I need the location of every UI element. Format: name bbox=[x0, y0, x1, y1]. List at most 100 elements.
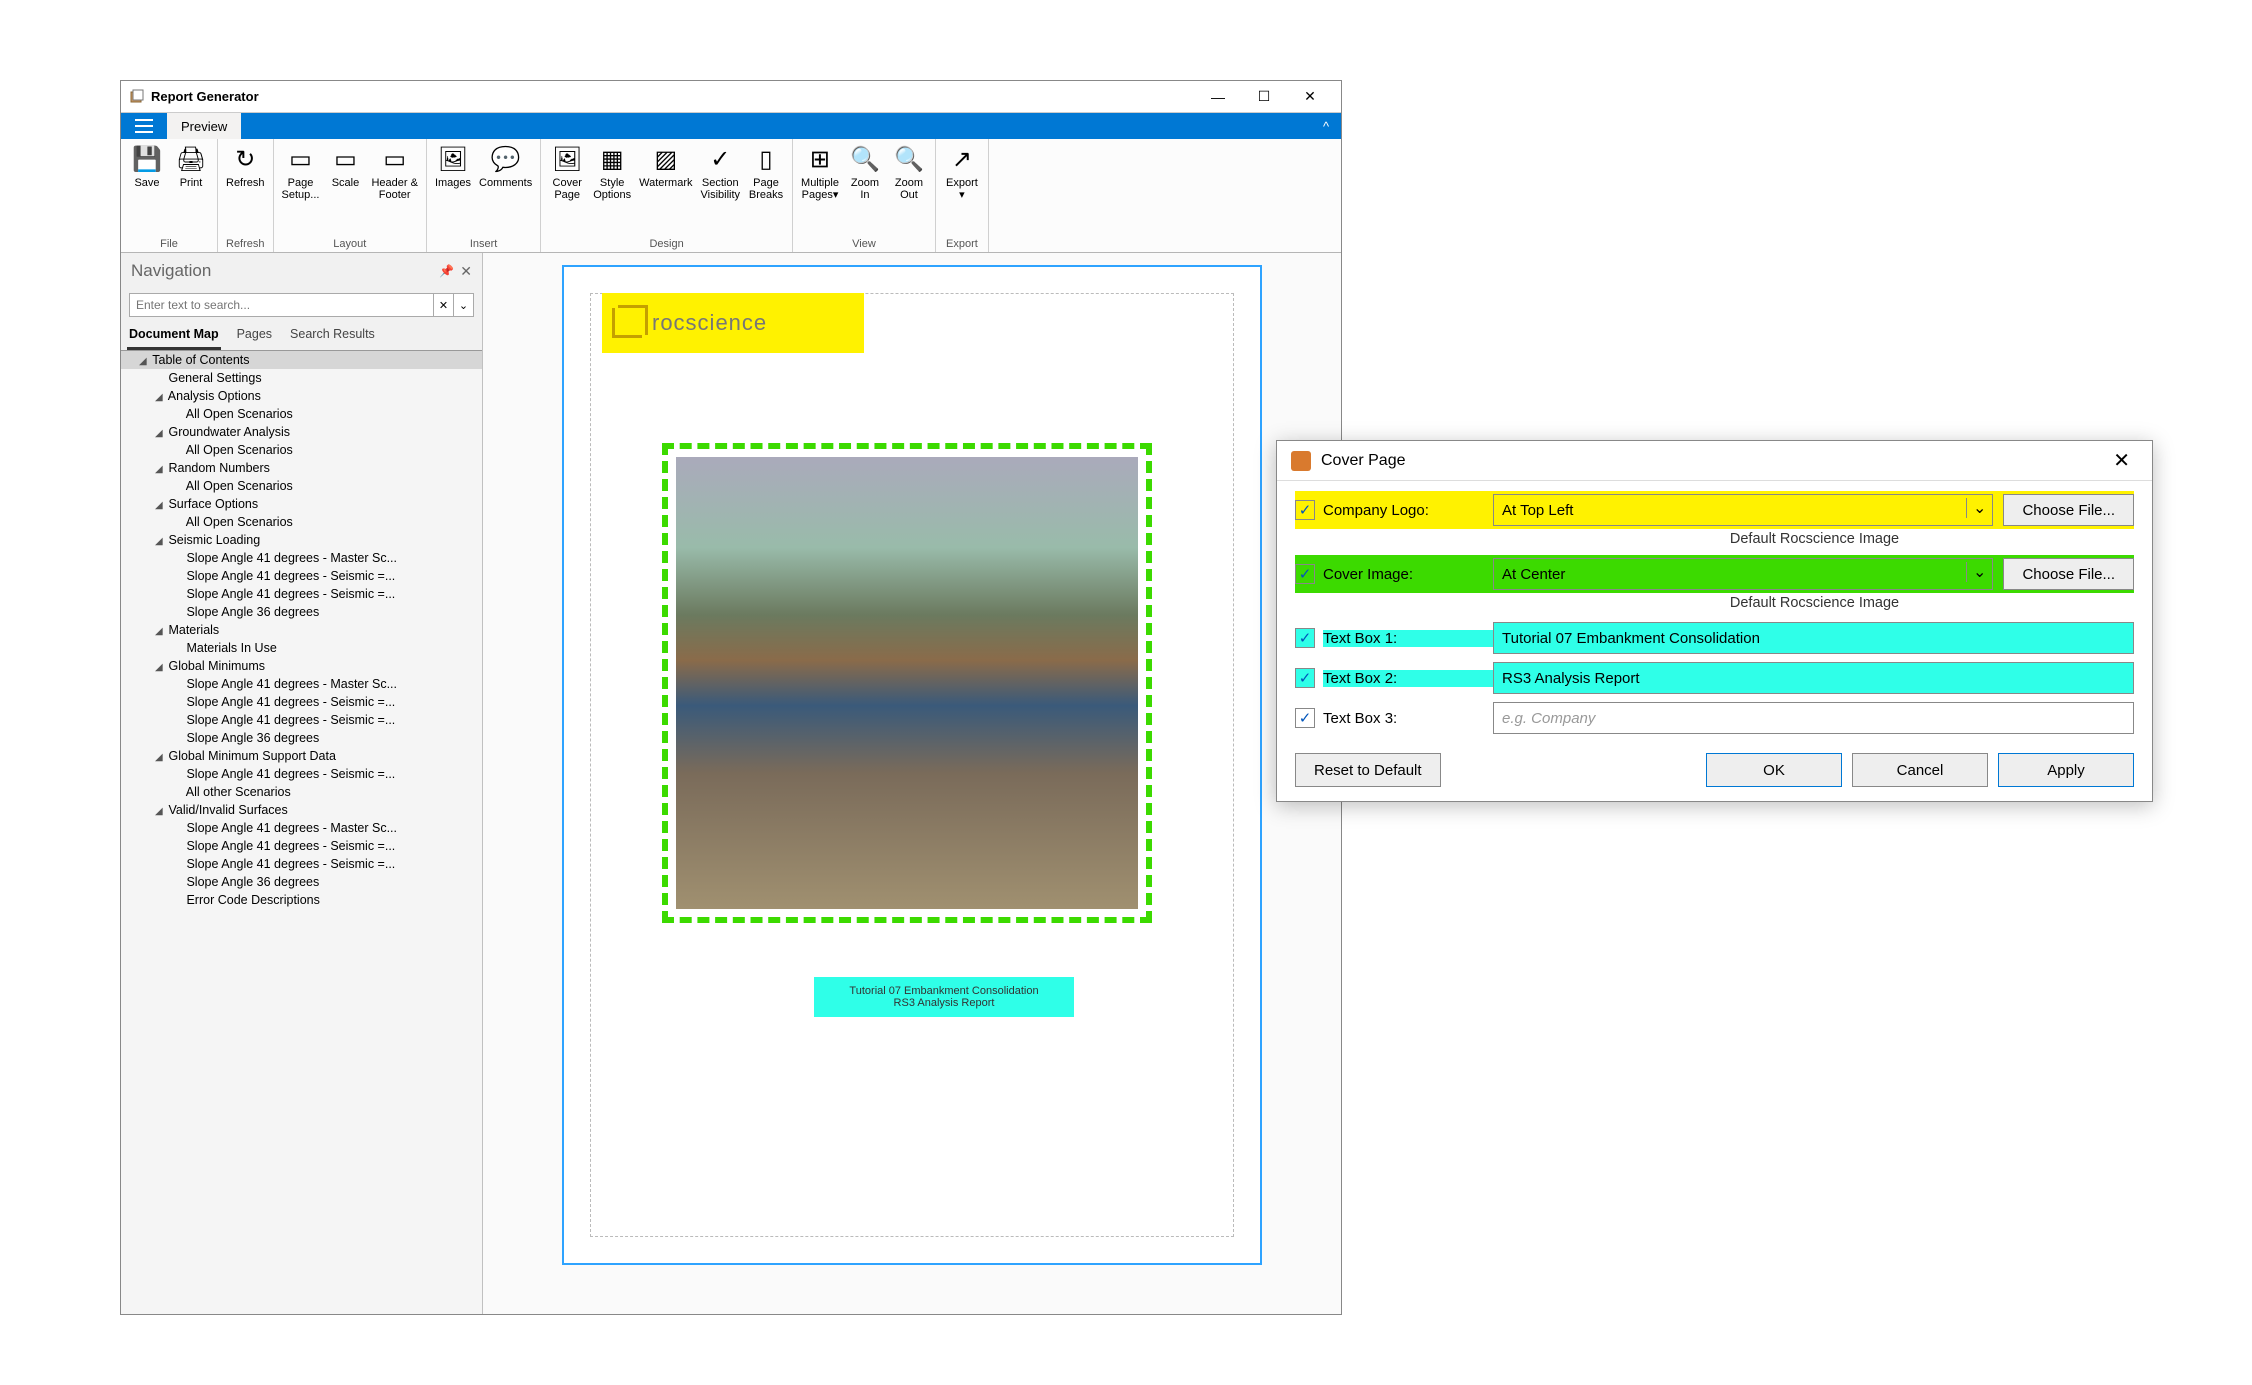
company-logo-checkbox[interactable]: ✓ bbox=[1295, 500, 1315, 520]
tree-row[interactable]: ◢ Surface Options bbox=[121, 495, 482, 513]
tab-pages[interactable]: Pages bbox=[235, 323, 274, 350]
text-box-3-checkbox[interactable]: ✓ bbox=[1295, 708, 1315, 728]
refresh-button-icon: ↻ bbox=[229, 143, 261, 175]
tree-row[interactable]: Slope Angle 41 degrees - Seismic =... bbox=[121, 765, 482, 783]
panel-close-button[interactable]: ✕ bbox=[460, 263, 472, 280]
tree-label: Error Code Descriptions bbox=[183, 893, 320, 907]
tree-row[interactable]: All Open Scenarios bbox=[121, 405, 482, 423]
reset-to-default-button[interactable]: Reset to Default bbox=[1295, 753, 1441, 787]
save-button[interactable]: 💾Save bbox=[125, 141, 169, 238]
menubar: Preview ^ bbox=[121, 113, 1341, 139]
tree-row[interactable]: Slope Angle 41 degrees - Seismic =... bbox=[121, 855, 482, 873]
cover-page-button[interactable]: 🖼Cover Page bbox=[545, 141, 589, 238]
images-button[interactable]: 🖼Images bbox=[431, 141, 475, 238]
zoom-in-button[interactable]: 🔍Zoom In bbox=[843, 141, 887, 238]
tree-row[interactable]: ◢ Random Numbers bbox=[121, 459, 482, 477]
dialog-body: ✓ Company Logo: At Top Left Choose File.… bbox=[1277, 481, 2152, 743]
maximize-button[interactable]: ☐ bbox=[1241, 82, 1287, 112]
tree-row[interactable]: ◢ Materials bbox=[121, 621, 482, 639]
cancel-button[interactable]: Cancel bbox=[1852, 753, 1988, 787]
tree-row[interactable]: Slope Angle 41 degrees - Master Sc... bbox=[121, 549, 482, 567]
tab-document-map[interactable]: Document Map bbox=[127, 323, 221, 350]
tree-row[interactable]: Error Code Descriptions bbox=[121, 891, 482, 909]
minimize-button[interactable]: — bbox=[1195, 82, 1241, 112]
preview-text-1: Tutorial 07 Embankment Consolidation bbox=[826, 985, 1062, 997]
watermark-button[interactable]: ▨Watermark bbox=[635, 141, 696, 238]
cover-image-checkbox[interactable]: ✓ bbox=[1295, 564, 1315, 584]
file-menu-button[interactable] bbox=[121, 113, 167, 139]
tree-row[interactable]: Slope Angle 41 degrees - Seismic =... bbox=[121, 693, 482, 711]
tree-row[interactable]: Slope Angle 41 degrees - Seismic =... bbox=[121, 567, 482, 585]
zoom-out-button[interactable]: 🔍Zoom Out bbox=[887, 141, 931, 238]
tree-label: Materials In Use bbox=[183, 641, 277, 655]
search-dropdown-button[interactable]: ⌄ bbox=[454, 293, 474, 317]
tree-row[interactable]: ◢ Global Minimum Support Data bbox=[121, 747, 482, 765]
search-input[interactable] bbox=[129, 293, 434, 317]
ok-button[interactable]: OK bbox=[1706, 753, 1842, 787]
ribbon-group: 💾Save🖨PrintFile bbox=[121, 139, 218, 252]
tree-row[interactable]: Slope Angle 41 degrees - Master Sc... bbox=[121, 675, 482, 693]
tree-label: All Open Scenarios bbox=[183, 443, 293, 457]
tree-row[interactable]: ◢ Analysis Options bbox=[121, 387, 482, 405]
tree-row[interactable]: Materials In Use bbox=[121, 639, 482, 657]
collapse-ribbon-button[interactable]: ^ bbox=[1311, 113, 1341, 139]
tree-row[interactable]: Slope Angle 41 degrees - Seismic =... bbox=[121, 711, 482, 729]
print-button[interactable]: 🖨Print bbox=[169, 141, 213, 238]
tree-row[interactable]: ◢ Groundwater Analysis bbox=[121, 423, 482, 441]
spacer bbox=[1451, 753, 1696, 787]
pin-icon[interactable]: 📌 bbox=[439, 264, 454, 278]
ribbon-group: ↗Export ▾Export bbox=[936, 139, 989, 252]
document-tree[interactable]: ◢ Table of Contents General Settings◢ An… bbox=[121, 351, 482, 1314]
clear-search-button[interactable]: ✕ bbox=[434, 293, 454, 317]
tree-row[interactable]: ◢ Seismic Loading bbox=[121, 531, 482, 549]
page-setup-button[interactable]: ▭Page Setup... bbox=[278, 141, 324, 238]
tree-label: Slope Angle 41 degrees - Seismic =... bbox=[183, 713, 395, 727]
cover-image-row: ✓ Cover Image: At Center Choose File... bbox=[1295, 555, 2134, 593]
comments-button[interactable]: 💬Comments bbox=[475, 141, 536, 238]
tree-row[interactable]: Slope Angle 36 degrees bbox=[121, 729, 482, 747]
page-breaks-button[interactable]: ▯Page Breaks bbox=[744, 141, 788, 238]
tree-row[interactable]: Slope Angle 41 degrees - Master Sc... bbox=[121, 819, 482, 837]
tab-search-results[interactable]: Search Results bbox=[288, 323, 377, 350]
tree-row[interactable]: Slope Angle 36 degrees bbox=[121, 603, 482, 621]
cover-image-label: Cover Image: bbox=[1323, 566, 1493, 583]
apply-button[interactable]: Apply bbox=[1998, 753, 2134, 787]
navigation-header: Navigation 📌 ✕ bbox=[121, 253, 482, 289]
tree-row[interactable]: Slope Angle 36 degrees bbox=[121, 873, 482, 891]
header-footer-button[interactable]: ▭Header & Footer bbox=[367, 141, 421, 238]
text-box-1-checkbox[interactable]: ✓ bbox=[1295, 628, 1315, 648]
text-box-2-checkbox[interactable]: ✓ bbox=[1295, 668, 1315, 688]
section-visibility-button[interactable]: ✓Section Visibility bbox=[697, 141, 745, 238]
preview-pane[interactable]: rocscience Tutorial 07 Embankment Consol… bbox=[483, 253, 1341, 1314]
export-button[interactable]: ↗Export ▾ bbox=[940, 141, 984, 238]
text-box-2-input[interactable] bbox=[1502, 670, 2125, 687]
tree-row[interactable]: Slope Angle 41 degrees - Seismic =... bbox=[121, 585, 482, 603]
watermark-button-label: Watermark bbox=[639, 177, 692, 189]
tree-row[interactable]: All Open Scenarios bbox=[121, 513, 482, 531]
dialog-close-button[interactable]: ✕ bbox=[2105, 444, 2138, 477]
cover-image-position-select[interactable]: At Center bbox=[1493, 558, 1993, 590]
text-box-3-input[interactable] bbox=[1502, 710, 2125, 727]
cover-image-highlight bbox=[662, 443, 1152, 923]
tree-row[interactable]: ◢ Global Minimums bbox=[121, 657, 482, 675]
scale-button[interactable]: ▭Scale bbox=[323, 141, 367, 238]
style-options-button[interactable]: ▦Style Options bbox=[589, 141, 635, 238]
company-logo-choose-file-button[interactable]: Choose File... bbox=[2003, 494, 2134, 526]
comments-button-label: Comments bbox=[479, 177, 532, 189]
close-button[interactable]: ✕ bbox=[1287, 82, 1333, 112]
tree-row[interactable]: ◢ Valid/Invalid Surfaces bbox=[121, 801, 482, 819]
tree-row[interactable]: All Open Scenarios bbox=[121, 441, 482, 459]
tree-row[interactable]: Slope Angle 41 degrees - Seismic =... bbox=[121, 837, 482, 855]
multiple-pages-button-icon: ⊞ bbox=[804, 143, 836, 175]
refresh-button[interactable]: ↻Refresh bbox=[222, 141, 269, 238]
company-logo-position-select[interactable]: At Top Left bbox=[1493, 494, 1993, 526]
text-box-3-row: ✓ Text Box 3: bbox=[1295, 699, 2134, 737]
text-box-1-input[interactable] bbox=[1502, 630, 2125, 647]
tab-preview[interactable]: Preview bbox=[167, 113, 241, 139]
tree-row[interactable]: ◢ Table of Contents bbox=[121, 351, 482, 369]
cover-image-choose-file-button[interactable]: Choose File... bbox=[2003, 558, 2134, 590]
tree-row[interactable]: All other Scenarios bbox=[121, 783, 482, 801]
tree-row[interactable]: All Open Scenarios bbox=[121, 477, 482, 495]
tree-row[interactable]: General Settings bbox=[121, 369, 482, 387]
multiple-pages-button[interactable]: ⊞Multiple Pages▾ bbox=[797, 141, 843, 238]
